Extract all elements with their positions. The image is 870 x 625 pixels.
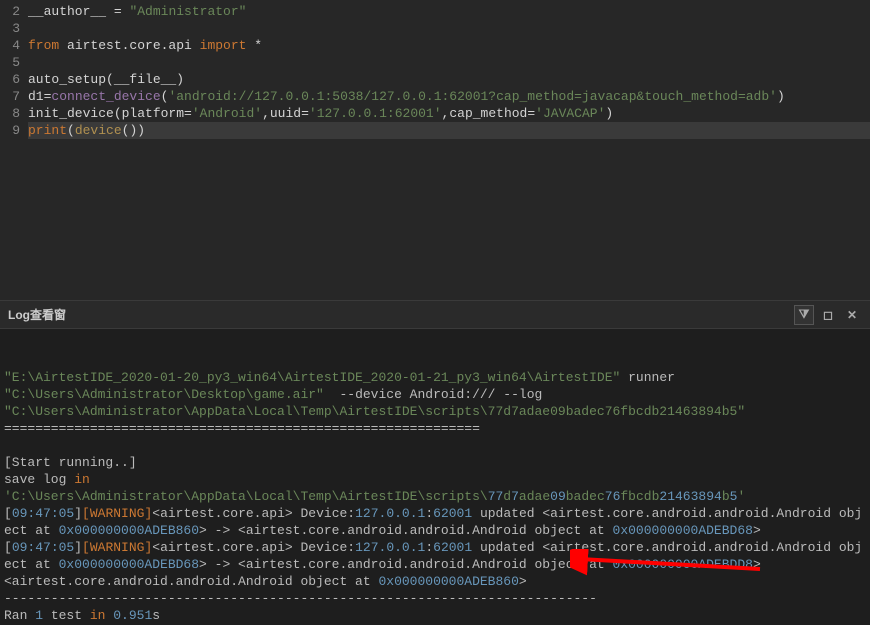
code-line[interactable]: init_device(platform='Android',uuid='127…: [28, 105, 870, 122]
line-number: 7: [0, 88, 28, 105]
log-line: [4, 437, 866, 454]
log-line: [Start running..]: [4, 454, 866, 471]
code-line[interactable]: print(device()): [28, 122, 870, 139]
log-line: [09:47:05][WARNING]<airtest.core.api> De…: [4, 505, 866, 539]
code-line[interactable]: from airtest.core.api import *: [28, 37, 870, 54]
code-line[interactable]: __author__ = "Administrator": [28, 3, 870, 20]
log-line: ----------------------------------------…: [4, 590, 866, 607]
line-number: 2: [0, 3, 28, 20]
close-icon[interactable]: ✕: [842, 305, 862, 325]
log-line: "E:\AirtestIDE_2020-01-20_py3_win64\Airt…: [4, 369, 866, 386]
filter-icon[interactable]: ⧩: [794, 305, 814, 325]
line-number: 6: [0, 71, 28, 88]
log-line: "C:\Users\Administrator\AppData\Local\Te…: [4, 403, 866, 420]
line-gutter: 23456789: [0, 0, 28, 300]
line-number: 5: [0, 54, 28, 71]
code-line[interactable]: [28, 20, 870, 37]
code-line[interactable]: auto_setup(__file__): [28, 71, 870, 88]
log-line: [09:47:05][WARNING]<airtest.core.api> De…: [4, 539, 866, 573]
log-output[interactable]: "E:\AirtestIDE_2020-01-20_py3_win64\Airt…: [0, 329, 870, 625]
code-line[interactable]: [28, 54, 870, 71]
log-line: Ran 1 test in 0.951s: [4, 607, 866, 624]
restore-icon[interactable]: ◻: [818, 305, 838, 325]
log-line: <airtest.core.android.android.Android ob…: [4, 573, 866, 590]
log-line: 'C:\Users\Administrator\AppData\Local\Te…: [4, 488, 866, 505]
line-number: 9: [0, 122, 28, 139]
log-panel: Log查看窗 ⧩ ◻ ✕ "E:\AirtestIDE_2020-01-20_p…: [0, 300, 870, 625]
code-area[interactable]: __author__ = "Administrator" from airtes…: [28, 0, 870, 300]
log-line: save log in: [4, 471, 866, 488]
code-line[interactable]: d1=connect_device('android://127.0.0.1:5…: [28, 88, 870, 105]
line-number: 4: [0, 37, 28, 54]
code-editor[interactable]: 23456789 __author__ = "Administrator" fr…: [0, 0, 870, 300]
log-line: ========================================…: [4, 420, 866, 437]
log-title: Log查看窗: [8, 306, 66, 323]
log-line: "C:\Users\Administrator\Desktop\game.air…: [4, 386, 866, 403]
log-title-bar: Log查看窗 ⧩ ◻ ✕: [0, 301, 870, 329]
line-number: 3: [0, 20, 28, 37]
line-number: 8: [0, 105, 28, 122]
